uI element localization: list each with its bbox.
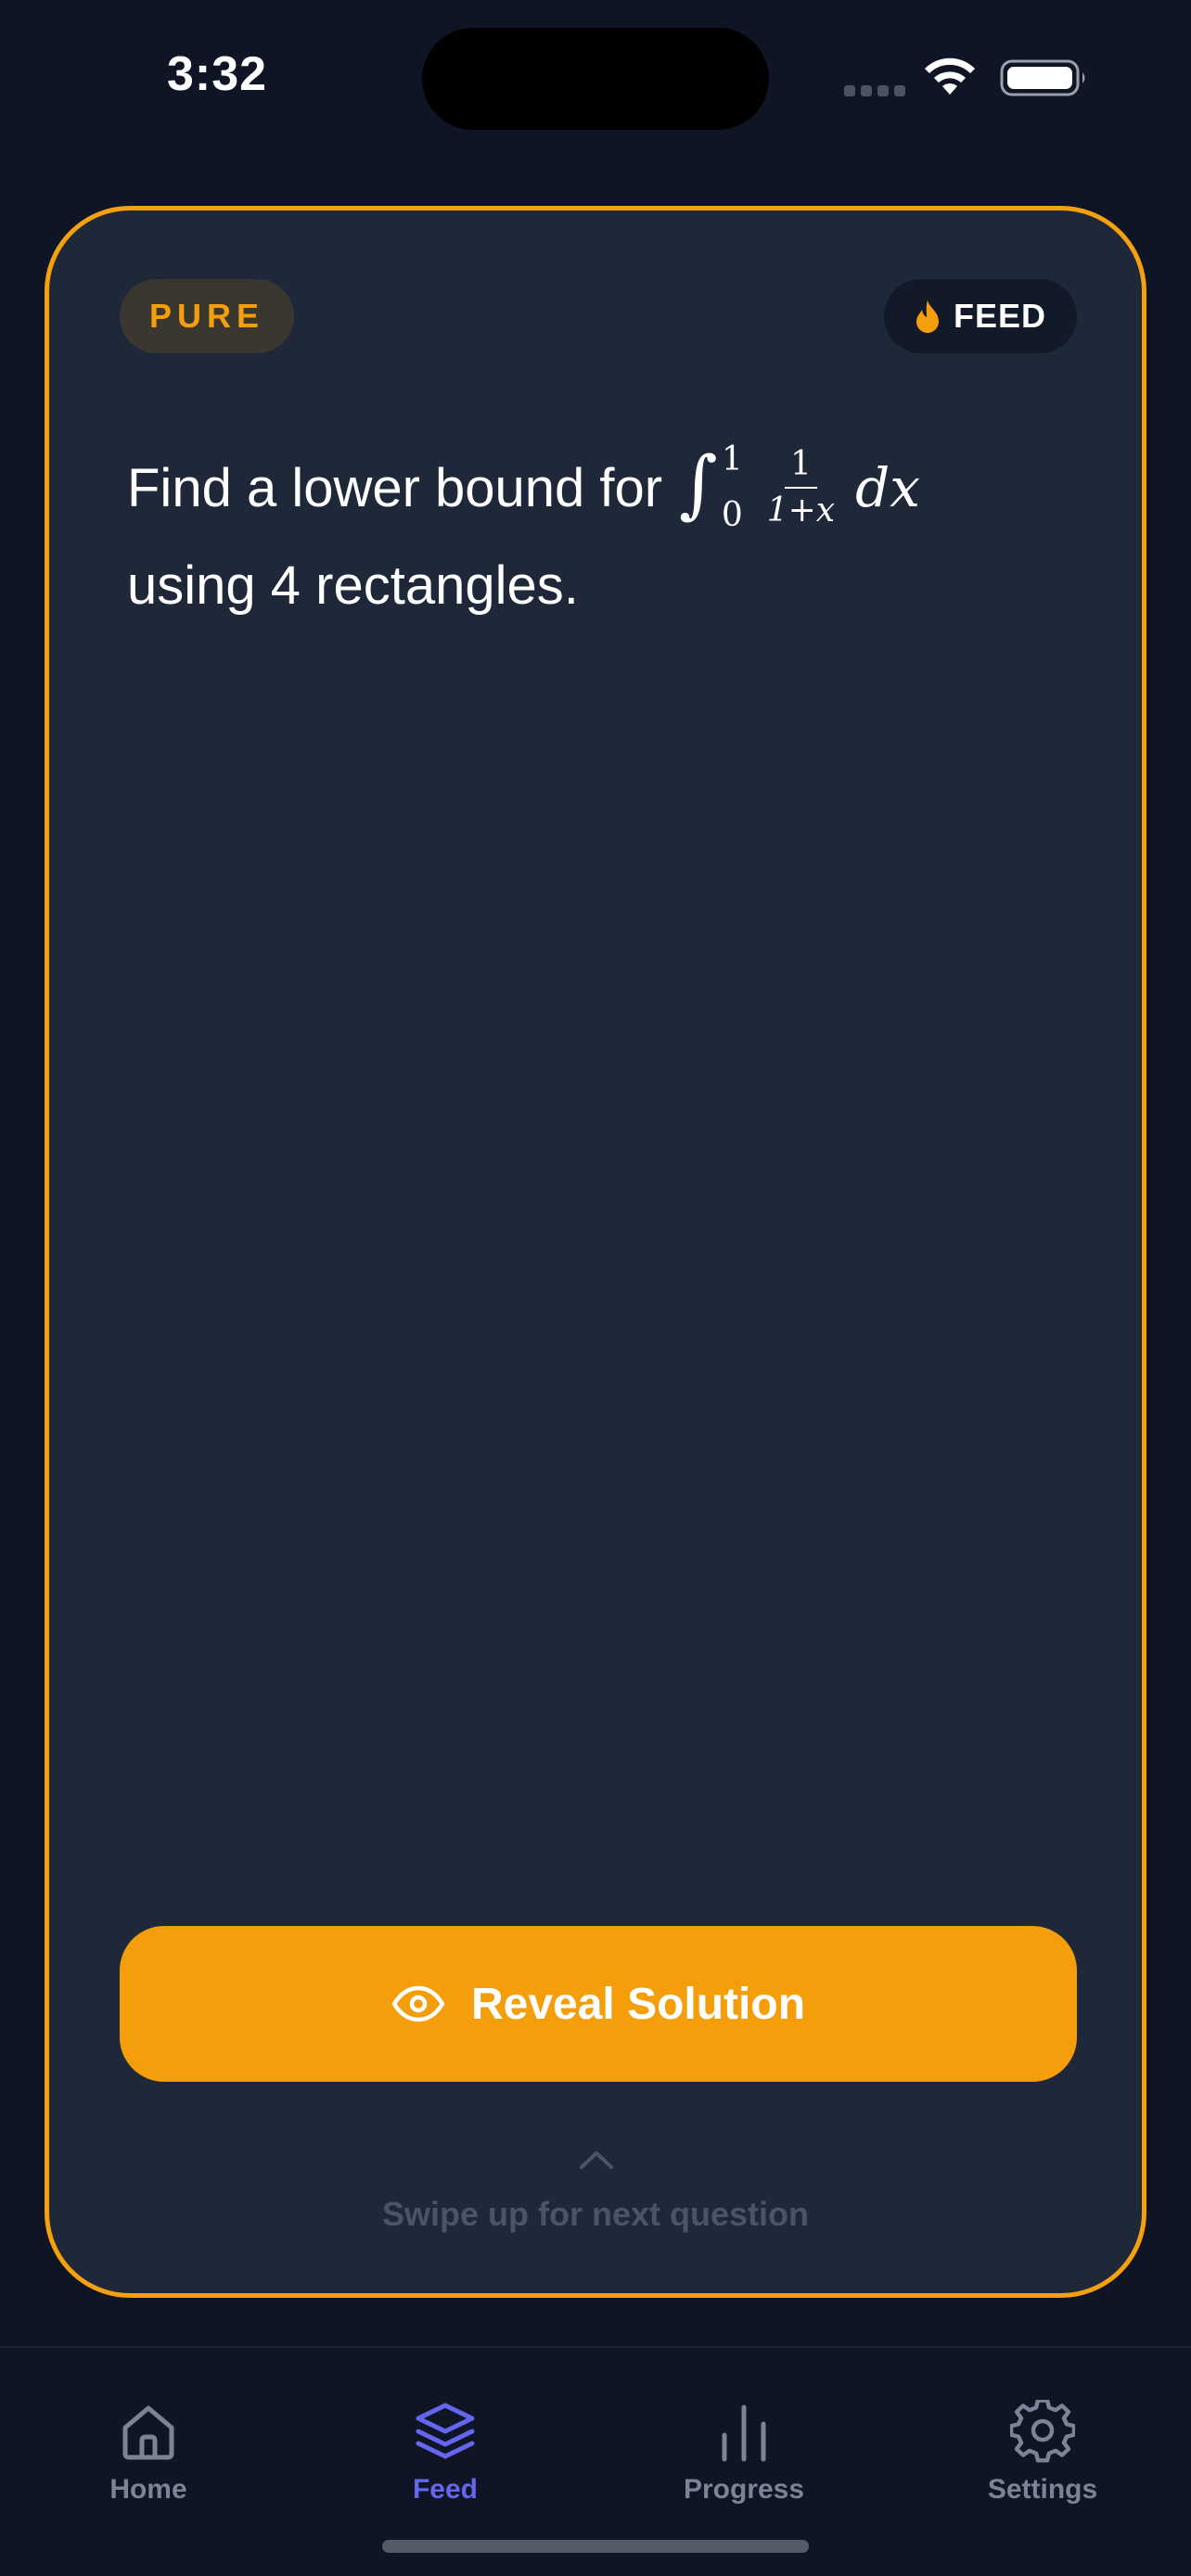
battery-icon — [1000, 59, 1085, 96]
wifi-icon — [925, 57, 975, 95]
status-time: 3:32 — [167, 47, 268, 101]
fraction-denominator: 1+x — [766, 491, 836, 529]
question-line-2: using 4 rectangles. — [127, 555, 579, 616]
fraction-numerator: 1 — [784, 446, 817, 489]
cellular-signal-icon — [844, 85, 905, 96]
feed-badge-label: FEED — [953, 297, 1046, 335]
tab-progress[interactable]: Progress — [651, 2400, 837, 2506]
feed-badge: FEED — [884, 279, 1077, 353]
swipe-hint: Swipe up for next question — [381, 2195, 810, 2233]
differential: dx — [855, 455, 920, 519]
reveal-solution-button[interactable]: Reveal Solution — [120, 1926, 1077, 2082]
category-tag: PURE — [120, 279, 294, 353]
tab-settings[interactable]: Settings — [950, 2400, 1135, 2506]
bar-chart-icon — [722, 2404, 766, 2462]
tab-progress-label: Progress — [683, 2474, 805, 2505]
integral-expression: ∫ 1 0 1 1+x dx — [679, 443, 920, 532]
tab-home-label: Home — [109, 2474, 187, 2505]
app-screen: 3:32 PURE FEED Find a lower bound for ∫ — [0, 0, 1191, 2576]
lower-limit: 0 — [721, 496, 743, 534]
chevron-up-icon — [580, 2151, 613, 2169]
gear-icon — [1010, 2400, 1075, 2463]
question-card[interactable]: PURE FEED Find a lower bound for ∫ 1 0 1 — [45, 206, 1146, 2298]
upper-limit: 1 — [721, 440, 743, 478]
reveal-solution-label: Reveal Solution — [470, 1979, 806, 2029]
layers-icon — [416, 2403, 475, 2459]
tab-feed[interactable]: Feed — [352, 2400, 538, 2506]
tab-settings-label: Settings — [987, 2474, 1098, 2505]
dynamic-island — [422, 28, 769, 130]
fraction: 1 1+x — [767, 446, 835, 529]
integral-symbol: ∫ — [679, 440, 718, 527]
tab-feed-label: Feed — [412, 2474, 479, 2505]
home-icon — [122, 2405, 174, 2460]
eye-icon — [391, 1985, 445, 2022]
question-text: Find a lower bound for ∫ 1 0 1 1+x dx us… — [127, 437, 1064, 631]
flame-icon — [916, 300, 939, 333]
home-indicator[interactable] — [382, 2540, 809, 2553]
tab-home[interactable]: Home — [56, 2400, 241, 2506]
question-prefix: Find a lower bound for — [127, 457, 663, 518]
